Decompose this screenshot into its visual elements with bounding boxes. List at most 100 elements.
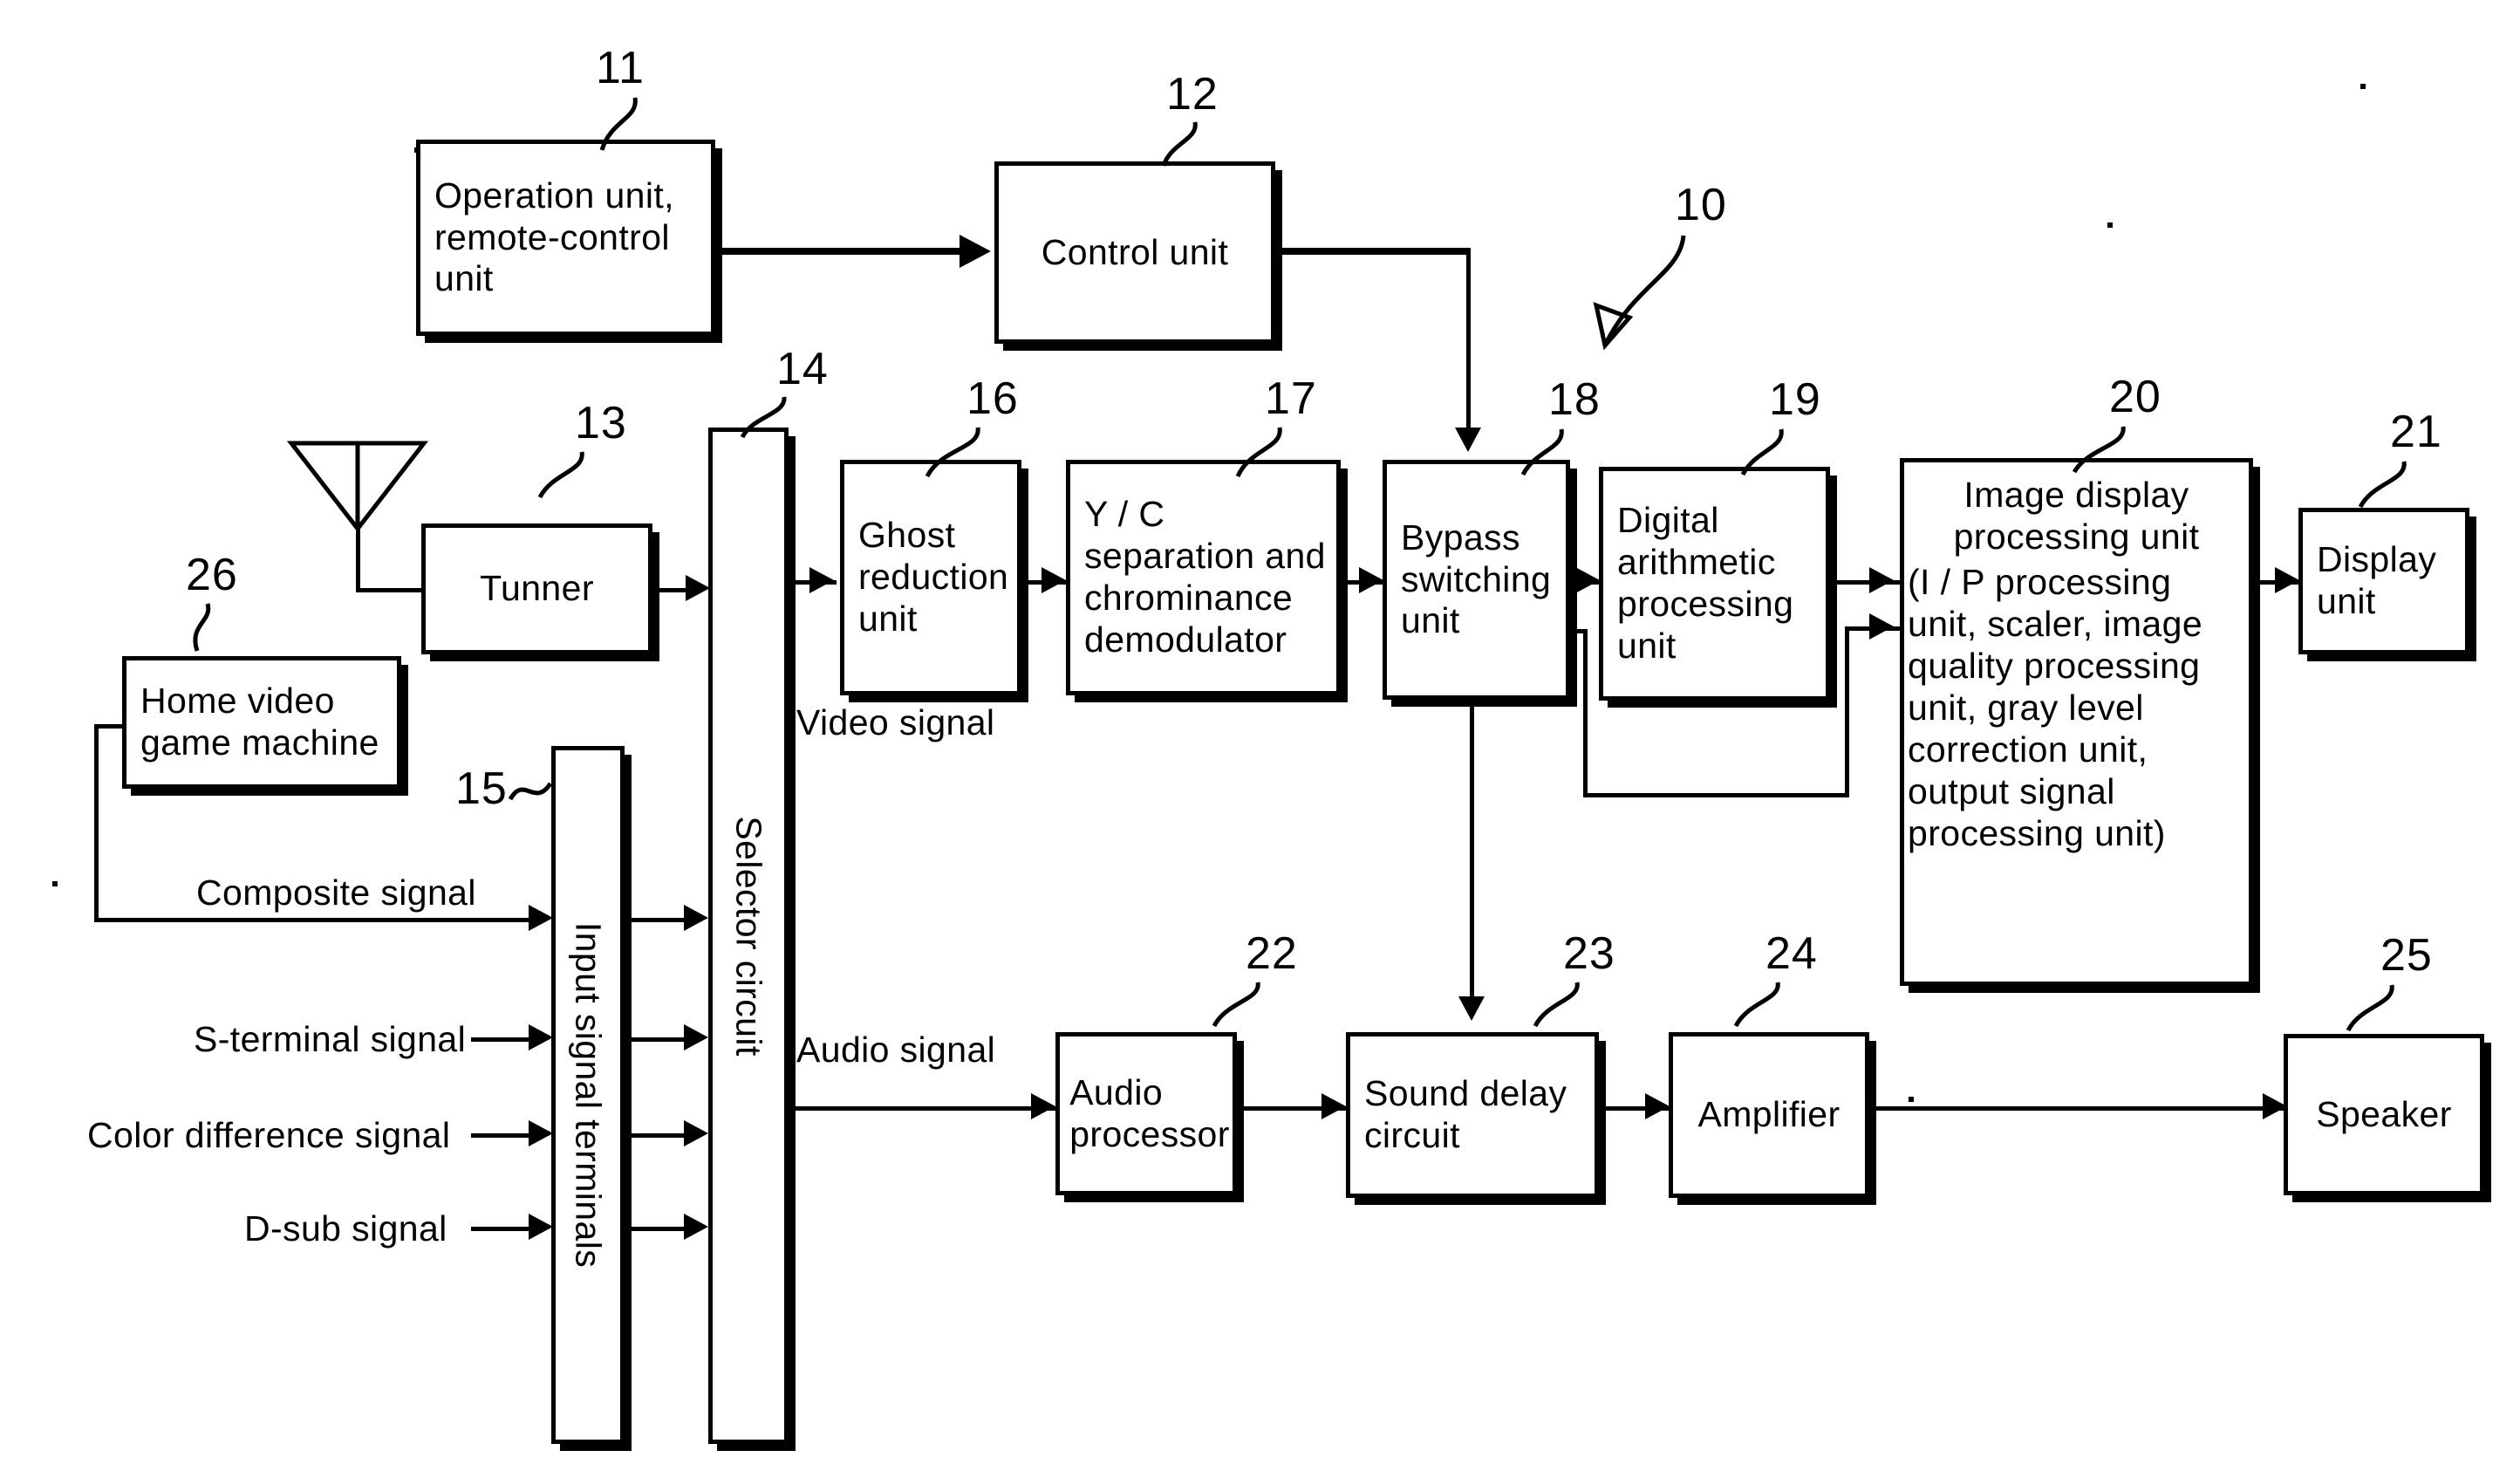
block-input-signal-terminals-label: Input signal terminals: [568, 921, 609, 1269]
arrow-sound-delay-to-amplifier: [1645, 1093, 1670, 1119]
leader-line-21: [2358, 461, 2407, 509]
block-bypass-switching-unit[interactable]: Bypass switching unit: [1383, 460, 1570, 700]
arrow-bypass-path-to-image-display: [1869, 613, 1894, 640]
block-control-unit[interactable]: Control unit: [994, 161, 1275, 344]
leader-line-23: [1533, 982, 1580, 1028]
block-bypass-switching-unit-label: Bypass switching unit: [1401, 517, 1552, 641]
ref-number-20: 20: [2109, 372, 2161, 422]
label-color-difference-signal: Color difference signal: [87, 1115, 451, 1155]
block-speaker[interactable]: Speaker: [2284, 1034, 2484, 1195]
leader-line-17: [1235, 427, 1282, 478]
arrow-bypass-to-sound-delay: [1458, 996, 1485, 1021]
arrow-terminals-to-selector-4: [684, 1214, 708, 1240]
block-display-unit[interactable]: Display unit: [2298, 508, 2469, 654]
block-digital-arithmetic-processing-unit-label: Digital arithmetic processing unit: [1617, 500, 1794, 666]
link-game-machine-down: [94, 724, 99, 921]
arrow-tunner-to-selector: [686, 575, 710, 601]
leader-line-20: [2072, 426, 2126, 474]
antenna-icon: [286, 441, 429, 533]
arrow-selector-to-audio-processor: [1031, 1093, 1055, 1119]
block-yc-separation-chrominance-demodulator[interactable]: Y / C separation and chrominance demodul…: [1066, 460, 1341, 695]
label-audio-signal: Audio signal: [796, 1030, 996, 1070]
link-bypass-to-sound-delay-down: [1470, 700, 1474, 998]
leader-line-13: [537, 451, 584, 499]
print-speck: [2360, 84, 2366, 89]
block-home-video-game-machine[interactable]: Home video game machine: [122, 656, 401, 789]
link-operation-to-control: [715, 248, 966, 255]
block-amplifier-label: Amplifier: [1697, 1094, 1840, 1135]
link-game-machine-left-stub: [94, 724, 125, 729]
arrow-digital-to-image-display: [1869, 567, 1894, 593]
arrow-color-difference-to-terminals: [529, 1120, 553, 1146]
ref-number-13: 13: [575, 398, 627, 448]
block-home-video-game-machine-label: Home video game machine: [140, 681, 379, 763]
arrow-d-sub-to-terminals: [529, 1214, 553, 1240]
ref-number-25: 25: [2380, 930, 2433, 981]
arrow-control-to-bypass: [1455, 428, 1481, 452]
leader-line-14: [740, 396, 787, 439]
label-d-sub-signal: D-sub signal: [244, 1208, 447, 1249]
arrow-operation-to-control: [960, 235, 991, 268]
link-bypass-path-across: [1583, 793, 1849, 797]
ref-number-10: 10: [1675, 180, 1727, 230]
ref-number-24: 24: [1765, 928, 1818, 979]
arrow-image-display-to-display-unit: [2275, 567, 2299, 593]
ref-number-16: 16: [966, 373, 1019, 424]
ref-number-22: 22: [1246, 928, 1298, 979]
block-operation-unit[interactable]: Operation unit, remote-control unit: [416, 140, 715, 336]
ref-number-11: 11: [596, 43, 645, 93]
block-tunner-label: Tunner: [480, 568, 594, 609]
block-selector-circuit[interactable]: Selector circuit: [708, 428, 789, 1444]
block-selector-circuit-label: Selector circuit: [728, 815, 769, 1057]
arrow-composite-to-terminals: [529, 905, 553, 931]
ref-number-21: 21: [2390, 407, 2442, 457]
block-audio-processor[interactable]: Audio processor: [1055, 1032, 1237, 1195]
leader-line-18: [1520, 428, 1564, 476]
arrow-terminals-to-selector-2: [684, 1024, 708, 1050]
print-speck: [1909, 1097, 1914, 1102]
block-amplifier[interactable]: Amplifier: [1669, 1032, 1869, 1198]
block-tunner[interactable]: Tunner: [421, 523, 652, 654]
block-input-signal-terminals[interactable]: Input signal terminals: [551, 746, 625, 1444]
block-yc-separation-chrominance-demodulator-label: Y / C separation and chrominance demodul…: [1084, 494, 1326, 660]
arrow-yc-to-bypass: [1359, 567, 1383, 593]
print-speck: [2107, 222, 2113, 228]
block-audio-processor-label: Audio processor: [1069, 1071, 1230, 1154]
block-control-unit-label: Control unit: [1041, 231, 1229, 272]
link-amplifier-to-speaker: [1869, 1106, 2297, 1111]
block-digital-arithmetic-processing-unit[interactable]: Digital arithmetic processing unit: [1599, 467, 1830, 701]
link-control-down: [1466, 248, 1471, 429]
leader-line-26: [193, 603, 211, 652]
block-operation-unit-label: Operation unit, remote-control unit: [434, 174, 674, 299]
ref-number-18: 18: [1548, 374, 1601, 425]
block-image-display-processing-unit-detail: (I / P processing unit, scaler, image qu…: [1908, 561, 2203, 853]
leader-line-11: [599, 97, 638, 151]
leader-line-25: [2346, 984, 2394, 1032]
link-bypass-path-up: [1845, 626, 1849, 797]
leader-line-22: [1212, 982, 1260, 1028]
ref-number-23: 23: [1563, 928, 1615, 979]
block-sound-delay-circuit-label: Sound delay circuit: [1364, 1073, 1567, 1155]
print-speck: [52, 881, 58, 886]
leader-line-19: [1740, 428, 1784, 476]
leader-line-24: [1733, 982, 1780, 1028]
ref-number-17: 17: [1265, 373, 1317, 424]
arrow-selector-to-ghost: [809, 567, 834, 593]
ref-number-14: 14: [776, 344, 829, 394]
arrow-ghost-to-yc: [1041, 567, 1066, 593]
arrow-audio-processor-to-sound-delay: [1321, 1093, 1346, 1119]
arrow-bypass-to-digital: [1575, 567, 1600, 593]
arrow-s-terminal-to-terminals: [529, 1024, 553, 1050]
label-video-signal: Video signal: [796, 702, 995, 742]
block-display-unit-label: Display unit: [2317, 539, 2437, 621]
label-composite-signal: Composite signal: [196, 872, 476, 913]
block-ghost-reduction-unit[interactable]: Ghost reduction unit: [840, 460, 1021, 695]
leader-line-15: [508, 782, 553, 801]
figure-canvas: 11 12 10 13 14 16 17 18 19 20 21 22 23 2…: [0, 0, 2520, 1471]
block-ghost-reduction-unit-label: Ghost reduction unit: [858, 515, 1009, 639]
block-image-display-processing-unit-title: Image display processing unit: [1953, 475, 2200, 557]
ref-number-12: 12: [1166, 69, 1219, 120]
block-image-display-processing-unit[interactable]: Image display processing unit (I / P pro…: [1900, 458, 2253, 986]
leader-line-16: [925, 427, 980, 478]
block-sound-delay-circuit[interactable]: Sound delay circuit: [1346, 1032, 1599, 1198]
